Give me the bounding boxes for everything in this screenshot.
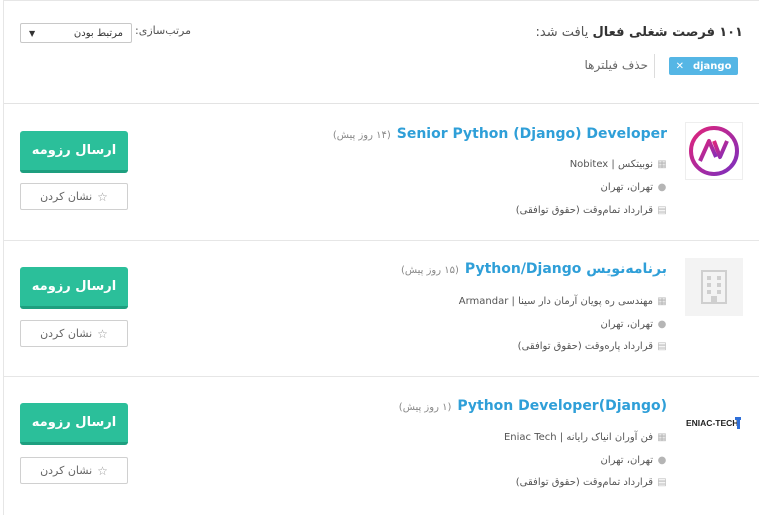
location-pin-icon: ● — [657, 455, 667, 466]
results-count-number: ۱۰۱ — [719, 25, 743, 40]
chevron-down-icon: ▼ — [29, 28, 36, 38]
job-card[interactable]: Senior Python (Django) Developer (۱۴ روز… — [4, 104, 759, 241]
star-icon: ☆ — [97, 189, 108, 204]
close-icon[interactable]: ✕ — [676, 61, 684, 72]
contract-icon: ▤ — [657, 205, 667, 216]
job-company-text[interactable]: مهندسی ره پویان آرمان دار سینا | Armanda… — [459, 296, 653, 307]
job-contract: ▤ قرارداد تمام‌وقت (حقوق توافقی) — [516, 477, 667, 488]
star-icon: ☆ — [97, 463, 108, 478]
location-pin-icon: ● — [657, 319, 667, 330]
send-resume-button[interactable]: ارسال رزومه — [20, 403, 128, 445]
job-title[interactable]: Senior Python (Django) Developer — [397, 126, 667, 142]
filter-chip-label: django — [692, 60, 732, 72]
job-posted-ago: (۱۵ روز پیش) — [400, 265, 459, 276]
bookmark-button-label: نشان کردن — [40, 464, 93, 477]
job-location: ● تهران، تهران — [601, 182, 667, 193]
bookmark-button-label: نشان کردن — [40, 190, 93, 203]
bookmark-button[interactable]: ☆ نشان کردن — [20, 457, 128, 484]
contract-icon: ▤ — [657, 341, 667, 352]
job-title-line: Senior Python (Django) Developer (۱۴ روز… — [333, 126, 667, 142]
results-found-text: یافت شد: — [535, 25, 589, 40]
clear-filters-link[interactable]: حذف فیلترها — [584, 58, 648, 72]
company-logo-placeholder[interactable] — [685, 258, 743, 316]
job-card[interactable]: برنامه‌نویس Python/Django (۱۵ روز پیش) ▦… — [4, 241, 759, 377]
send-resume-button[interactable]: ارسال رزومه — [20, 131, 128, 173]
filter-divider — [654, 54, 655, 78]
send-resume-button[interactable]: ارسال رزومه — [20, 267, 128, 309]
results-header: ۱۰۱ فرصت شغلی فعال یافت شد: مرتب‌سازی: ▼… — [4, 1, 759, 104]
bookmark-button[interactable]: ☆ نشان کردن — [20, 183, 128, 210]
filter-chip-django[interactable]: ✕ django — [669, 57, 738, 75]
location-pin-icon: ● — [657, 182, 667, 193]
job-company: ▦ مهندسی ره پویان آرمان دار سینا | Arman… — [459, 296, 667, 307]
job-location: ● تهران، تهران — [601, 455, 667, 466]
job-company: ▦ فن آوران انیاک رایانه | Eniac Tech — [504, 432, 667, 443]
company-logo-eniac[interactable]: ENIAC-TECH — [685, 394, 743, 452]
results-count-text: فرصت شغلی فعال — [592, 25, 716, 40]
job-contract: ▤ قرارداد تمام‌وقت (حقوق توافقی) — [516, 205, 667, 216]
job-title-line: Python Developer(Django) (۱ روز پیش) — [399, 398, 667, 414]
sort-label: مرتب‌سازی: — [135, 24, 192, 37]
job-list-panel: ۱۰۱ فرصت شغلی فعال یافت شد: مرتب‌سازی: ▼… — [3, 0, 759, 515]
sort-select-value: مرتبط بودن — [73, 27, 123, 39]
eniac-logo-icon: ENIAC-TECH — [686, 417, 741, 429]
contract-icon: ▤ — [657, 477, 667, 488]
job-location: ● تهران، تهران — [601, 319, 667, 330]
job-title[interactable]: برنامه‌نویس Python/Django — [465, 261, 667, 277]
job-title-line: برنامه‌نویس Python/Django (۱۵ روز پیش) — [401, 261, 667, 277]
job-contract-text: قرارداد تمام‌وقت (حقوق توافقی) — [515, 477, 653, 488]
job-company-text[interactable]: فن آوران انیاک رایانه | Eniac Tech — [504, 432, 653, 443]
job-posted-ago: (۱ روز پیش) — [398, 402, 452, 413]
job-location-text: تهران، تهران — [600, 319, 653, 330]
star-icon: ☆ — [97, 326, 108, 341]
eniac-logo-text: ENIAC-TECH — [686, 418, 738, 428]
bookmark-button-label: نشان کردن — [40, 327, 93, 340]
building-icon: ▦ — [657, 432, 667, 443]
job-company-text[interactable]: نوبیتکس | Nobitex — [570, 159, 653, 170]
job-location-text: تهران، تهران — [600, 455, 653, 466]
job-contract-text: قرارداد پاره‌وقت (حقوق توافقی) — [517, 341, 653, 352]
building-icon: ▦ — [657, 296, 667, 307]
job-contract-text: قرارداد تمام‌وقت (حقوق توافقی) — [515, 205, 653, 216]
bookmark-button[interactable]: ☆ نشان کردن — [20, 320, 128, 347]
nobitex-logo-icon — [689, 126, 739, 176]
building-placeholder-icon — [701, 270, 727, 304]
job-company: ▦ نوبیتکس | Nobitex — [570, 159, 667, 170]
job-card[interactable]: ENIAC-TECH Python Developer(Django) (۱ ر… — [4, 377, 759, 515]
job-location-text: تهران، تهران — [600, 182, 653, 193]
sort-select[interactable]: ▼ مرتبط بودن — [20, 23, 132, 43]
company-logo-nobitex[interactable] — [685, 122, 743, 180]
results-count: ۱۰۱ فرصت شغلی فعال یافت شد: — [536, 25, 743, 40]
job-title[interactable]: Python Developer(Django) — [457, 398, 667, 414]
job-contract: ▤ قرارداد پاره‌وقت (حقوق توافقی) — [518, 341, 667, 352]
job-posted-ago: (۱۴ روز پیش) — [332, 130, 391, 141]
building-icon: ▦ — [657, 159, 667, 170]
